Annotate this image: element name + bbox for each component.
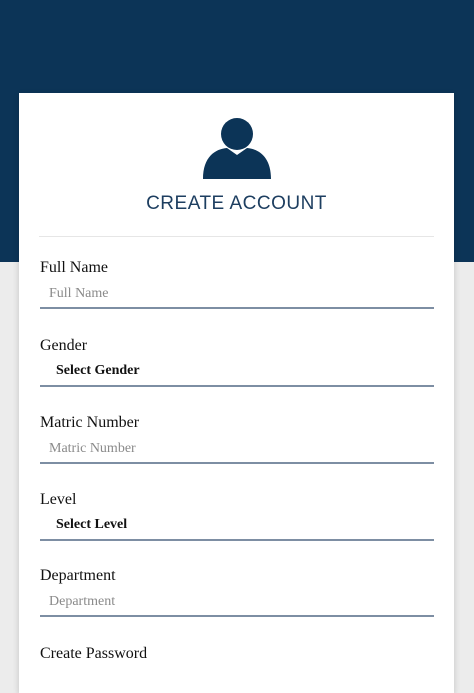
create-account-card: CREATE ACCOUNT Full Name Gender Select G…	[19, 93, 454, 693]
gender-select[interactable]: Select Gender	[40, 359, 434, 387]
department-input[interactable]	[40, 589, 434, 617]
matric-number-input[interactable]	[40, 436, 434, 464]
gender-label: Gender	[40, 337, 88, 354]
user-icon	[201, 117, 273, 181]
page-title: CREATE ACCOUNT	[146, 193, 327, 214]
level-select[interactable]: Select Level	[40, 513, 434, 541]
full-name-input[interactable]	[40, 281, 434, 309]
department-label: Department	[40, 567, 116, 584]
matric-number-label: Matric Number	[40, 414, 140, 431]
create-password-label: Create Password	[40, 645, 148, 662]
level-label: Level	[40, 491, 77, 508]
full-name-label: Full Name	[40, 259, 108, 276]
divider	[39, 236, 434, 237]
